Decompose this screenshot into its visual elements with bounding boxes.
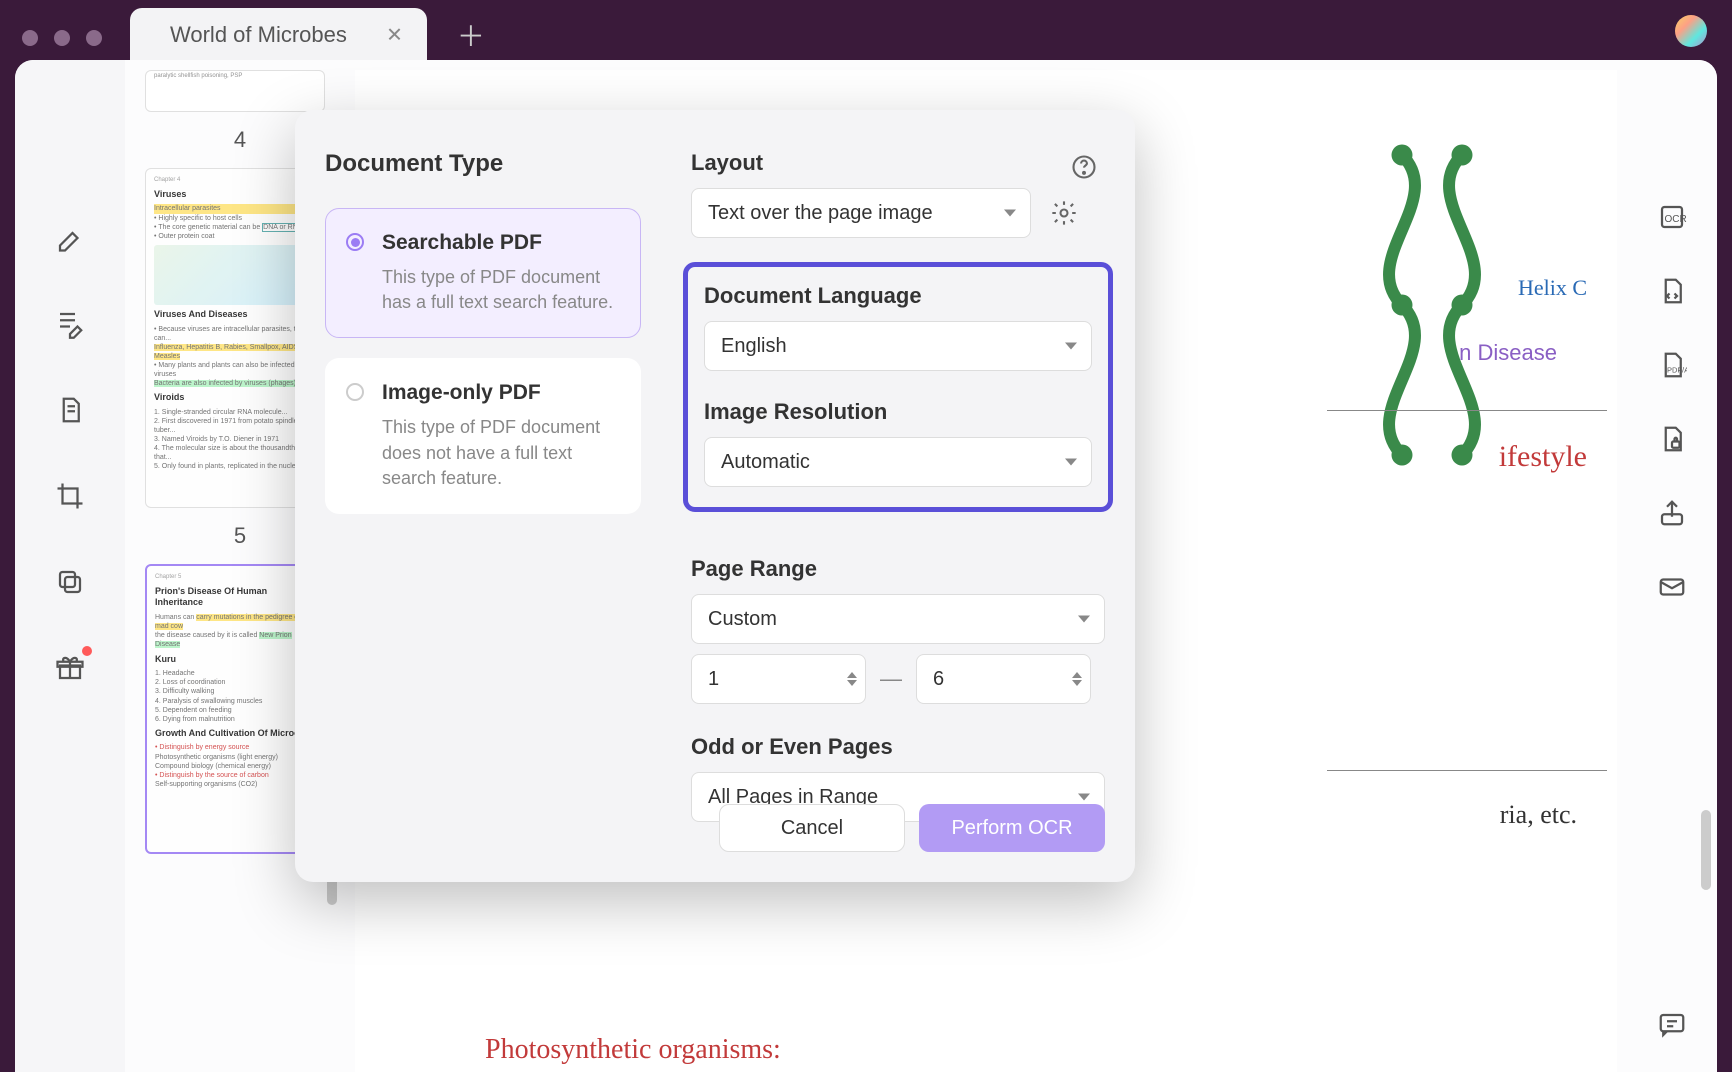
- resolution-select[interactable]: Automatic: [704, 437, 1092, 487]
- help-icon[interactable]: [1067, 150, 1101, 184]
- searchable-desc: This type of PDF document has a full tex…: [382, 265, 618, 315]
- highlighted-section: Document Language English Image Resoluti…: [683, 262, 1113, 512]
- tab-document[interactable]: World of Microbes ✕: [130, 8, 427, 62]
- brand-badge-icon[interactable]: [1675, 15, 1707, 47]
- odd-even-label: Odd or Even Pages: [691, 734, 1105, 760]
- image-only-title: Image-only PDF: [382, 381, 618, 405]
- ocr-dialog: Document Type Searchable PDF This type o…: [295, 110, 1135, 882]
- close-tab-icon[interactable]: ✕: [386, 23, 403, 48]
- tab-bar: World of Microbes ✕ ＋: [130, 10, 1712, 60]
- range-dash: —: [880, 666, 902, 692]
- page-range-from-input[interactable]: 1: [691, 654, 866, 704]
- resolution-label: Image Resolution: [704, 399, 1092, 425]
- app-window: OCR PDF/A paralytic shellfish poisoning,…: [15, 60, 1717, 1072]
- close-window[interactable]: [22, 30, 38, 46]
- tab-title: World of Microbes: [170, 22, 347, 47]
- layout-settings-icon[interactable]: [1047, 196, 1081, 230]
- option-searchable-pdf[interactable]: Searchable PDF This type of PDF document…: [325, 208, 641, 338]
- document-type-heading: Document Type: [325, 150, 641, 178]
- from-spinner[interactable]: [847, 672, 857, 686]
- page-range-label: Page Range: [691, 556, 1105, 582]
- image-only-desc: This type of PDF document does not have …: [382, 415, 618, 491]
- layout-label: Layout: [691, 150, 1105, 176]
- dialog-left-panel: Document Type Searchable PDF This type o…: [295, 110, 671, 882]
- radio-searchable[interactable]: [346, 233, 364, 251]
- maximize-window[interactable]: [86, 30, 102, 46]
- to-spinner[interactable]: [1072, 672, 1082, 686]
- radio-image-only[interactable]: [346, 383, 364, 401]
- page-range-select[interactable]: Custom: [691, 594, 1105, 644]
- layout-select[interactable]: Text over the page image: [691, 188, 1031, 238]
- dialog-actions: Cancel Perform OCR: [691, 804, 1105, 852]
- dialog-right-panel: Layout Text over the page image Document…: [671, 110, 1135, 882]
- option-image-only-pdf[interactable]: Image-only PDF This type of PDF document…: [325, 358, 641, 514]
- page-range-to-input[interactable]: 6: [916, 654, 1091, 704]
- language-label: Document Language: [704, 283, 1092, 309]
- perform-ocr-button[interactable]: Perform OCR: [919, 804, 1105, 852]
- cancel-button[interactable]: Cancel: [719, 804, 905, 852]
- new-tab-button[interactable]: ＋: [457, 15, 485, 55]
- minimize-window[interactable]: [54, 30, 70, 46]
- window-controls: [22, 30, 102, 46]
- searchable-title: Searchable PDF: [382, 231, 618, 255]
- language-select[interactable]: English: [704, 321, 1092, 371]
